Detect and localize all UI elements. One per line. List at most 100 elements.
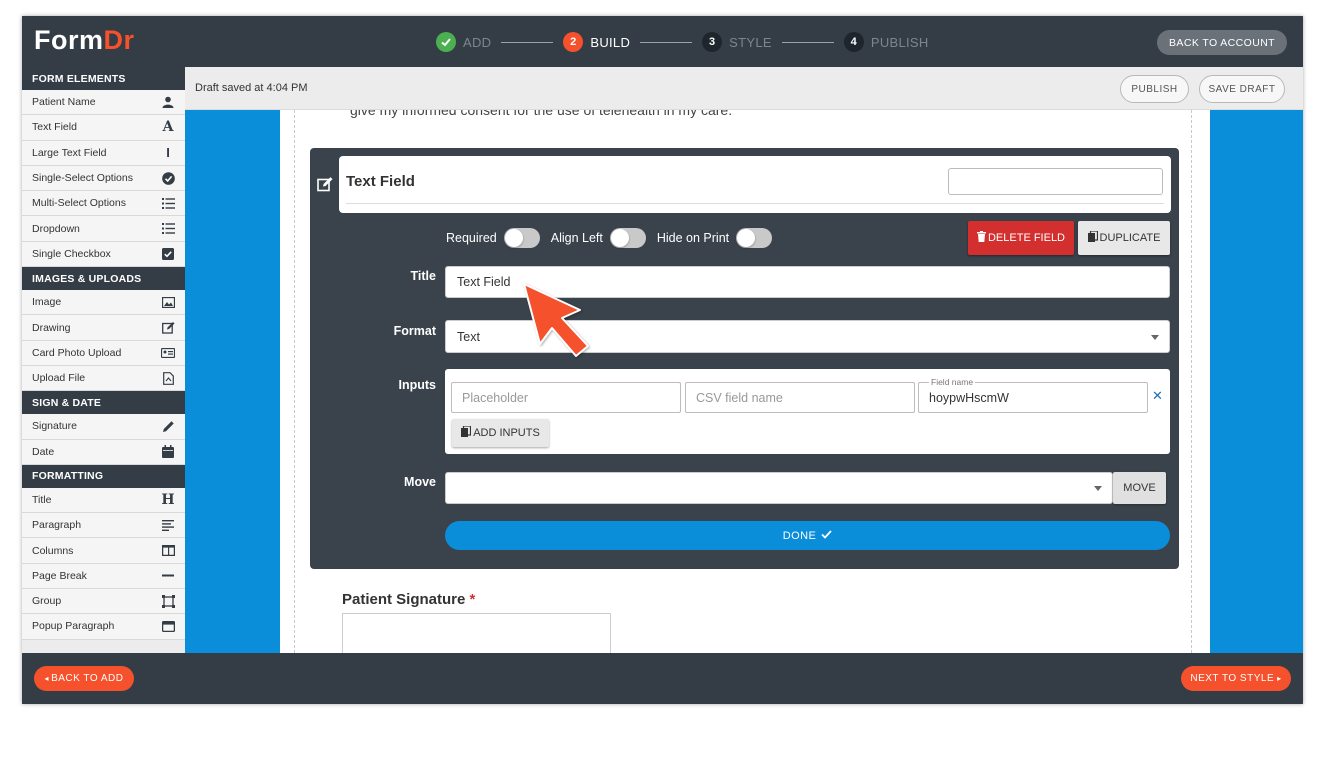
move-label: Move [404,475,436,489]
back-to-add-label: BACK TO ADD [51,673,124,684]
logo-main: Form [34,25,104,55]
sidebar-item-card-photo-upload[interactable]: Card Photo Upload [22,340,185,366]
logo-accent: Dr [103,25,135,55]
check-icon [436,32,456,52]
csv-field-name-input[interactable]: CSV field name [685,382,915,413]
close-icon[interactable]: ✕ [1152,388,1163,404]
sidebar-item-single-select[interactable]: Single-Select Options [22,165,185,192]
back-to-add-button[interactable]: ◂ BACK TO ADD [34,666,134,691]
required-asterisk: * [469,591,476,608]
section-header-sign-date: SIGN & DATE [22,391,185,415]
sidebar-item-columns[interactable]: Columns [22,538,185,564]
duplicate-label: DUPLICATE [1099,232,1161,244]
file-icon [161,371,175,385]
form-page: give my informed consent for the use of … [280,110,1210,653]
required-label: Required [446,231,497,245]
field-options-row: Required Align Left Hide on Print [446,228,783,248]
formdr-logo[interactable]: FormDr [34,25,135,56]
sidebar-item-dropdown[interactable]: Dropdown [22,216,185,242]
sidebar-item-label: Dropdown [32,222,80,235]
sidebar-item-text-field[interactable]: Text Field A [22,115,185,141]
hide-on-print-toggle[interactable] [736,228,773,248]
next-to-style-label: NEXT TO STYLE [1190,673,1275,684]
person-icon [161,95,175,109]
sidebar-item-label: Text Field [32,121,77,134]
status-bar: Draft saved at 4:04 PM PUBLISH SAVE DRAF… [185,67,1303,110]
add-inputs-button[interactable]: ADD INPUTS [452,419,549,447]
sidebar-item-label: Upload File [32,372,86,385]
sidebar-item-group[interactable]: Group [22,589,185,615]
sidebar-item-label: Multi-Select Options [32,197,126,210]
top-bar: FormDr ADD 2 BUILD 3 STYLE 4 PUBLISH BAC… [22,16,1303,67]
chevron-down-icon [1151,334,1159,340]
sidebar-item-date[interactable]: Date [22,439,185,465]
back-to-account-button[interactable]: BACK TO ACCOUNT [1157,30,1287,55]
check-circle-icon [161,171,175,185]
sidebar-item-image[interactable]: Image [22,290,185,316]
draft-status-text: Draft saved at 4:04 PM [195,82,308,94]
field-preview-input[interactable] [948,168,1163,195]
consent-paragraph: give my informed consent for the use of … [350,110,733,118]
signature-box[interactable] [342,613,611,653]
sidebar-item-large-text-field[interactable]: Large Text Field I [22,140,185,166]
delete-field-label: DELETE FIELD [987,232,1066,244]
list-icon [161,196,175,210]
section-header-images: IMAGES & UPLOADS [22,267,185,291]
minus-icon [161,569,175,583]
progress-steps: ADD 2 BUILD 3 STYLE 4 PUBLISH [436,30,929,54]
delete-field-button[interactable]: DELETE FIELD [968,221,1074,255]
form-canvas: give my informed consent for the use of … [185,110,1303,653]
field-preview-card[interactable]: Text Field [339,156,1171,213]
sidebar-item-paragraph[interactable]: Paragraph [22,513,185,539]
step-style[interactable]: 3 STYLE [702,32,772,52]
next-to-style-button[interactable]: NEXT TO STYLE ▸ [1181,666,1291,691]
hide-on-print-label: Hide on Print [656,231,730,245]
sidebar-item-label: Signature [32,420,77,433]
sidebar-item-label: Card Photo Upload [32,346,122,359]
duplicate-button[interactable]: DUPLICATE [1078,221,1170,255]
step-build-number: 2 [563,32,584,52]
placeholder-input[interactable]: Placeholder [451,382,681,413]
step-connector [640,41,693,43]
step-add[interactable]: ADD [436,32,491,52]
sidebar-item-page-break[interactable]: Page Break [22,563,185,590]
align-left-toggle[interactable] [609,228,646,248]
section-header-formatting: FORMATTING [22,464,185,488]
signature-label-text: Patient Signature [342,591,466,608]
sidebar-item-label: Group [32,595,62,608]
inputs-panel: Placeholder CSV field name hoypwHscmW Fi… [445,369,1170,454]
sidebar-item-upload-file[interactable]: Upload File [22,365,185,392]
step-build[interactable]: 2 BUILD [563,32,630,52]
chevron-right-icon: ▸ [1277,674,1282,683]
window-icon [161,619,175,633]
heading-icon: H [161,492,175,508]
text-cursor-icon: I [166,145,170,161]
sidebar-item-label: Large Text Field [32,146,107,159]
sidebar-item-label: Single-Select Options [32,172,133,185]
form-builder-window: FormDr ADD 2 BUILD 3 STYLE 4 PUBLISH BAC… [22,16,1303,704]
sidebar-item-label: Paragraph [32,519,82,532]
step-connector [501,41,554,43]
step-style-label: STYLE [729,34,772,50]
sidebar-item-patient-name[interactable]: Patient Name [22,90,185,116]
step-publish[interactable]: 4 PUBLISH [843,32,929,52]
image-icon [161,295,175,309]
sidebar-item-multi-select[interactable]: Multi-Select Options [22,191,185,217]
trash-icon [976,231,986,245]
save-draft-button[interactable]: SAVE DRAFT [1199,75,1285,103]
move-select[interactable] [445,472,1113,504]
step-publish-number: 4 [843,32,864,52]
sidebar-item-single-checkbox[interactable]: Single Checkbox [22,241,185,268]
required-toggle[interactable] [503,228,540,248]
move-button[interactable]: MOVE [1113,472,1166,504]
publish-button[interactable]: PUBLISH [1120,75,1189,103]
pen-icon [161,419,175,433]
step-style-number: 3 [702,32,723,52]
sidebar-item-label: Drawing [32,321,71,334]
sidebar-item-signature[interactable]: Signature [22,414,185,440]
id-card-icon [161,346,175,360]
sidebar-item-title[interactable]: Title H [22,487,185,514]
done-button[interactable]: DONE [445,521,1170,550]
sidebar-item-popup-paragraph[interactable]: Popup Paragraph [22,614,185,640]
sidebar-item-drawing[interactable]: Drawing [22,315,185,341]
